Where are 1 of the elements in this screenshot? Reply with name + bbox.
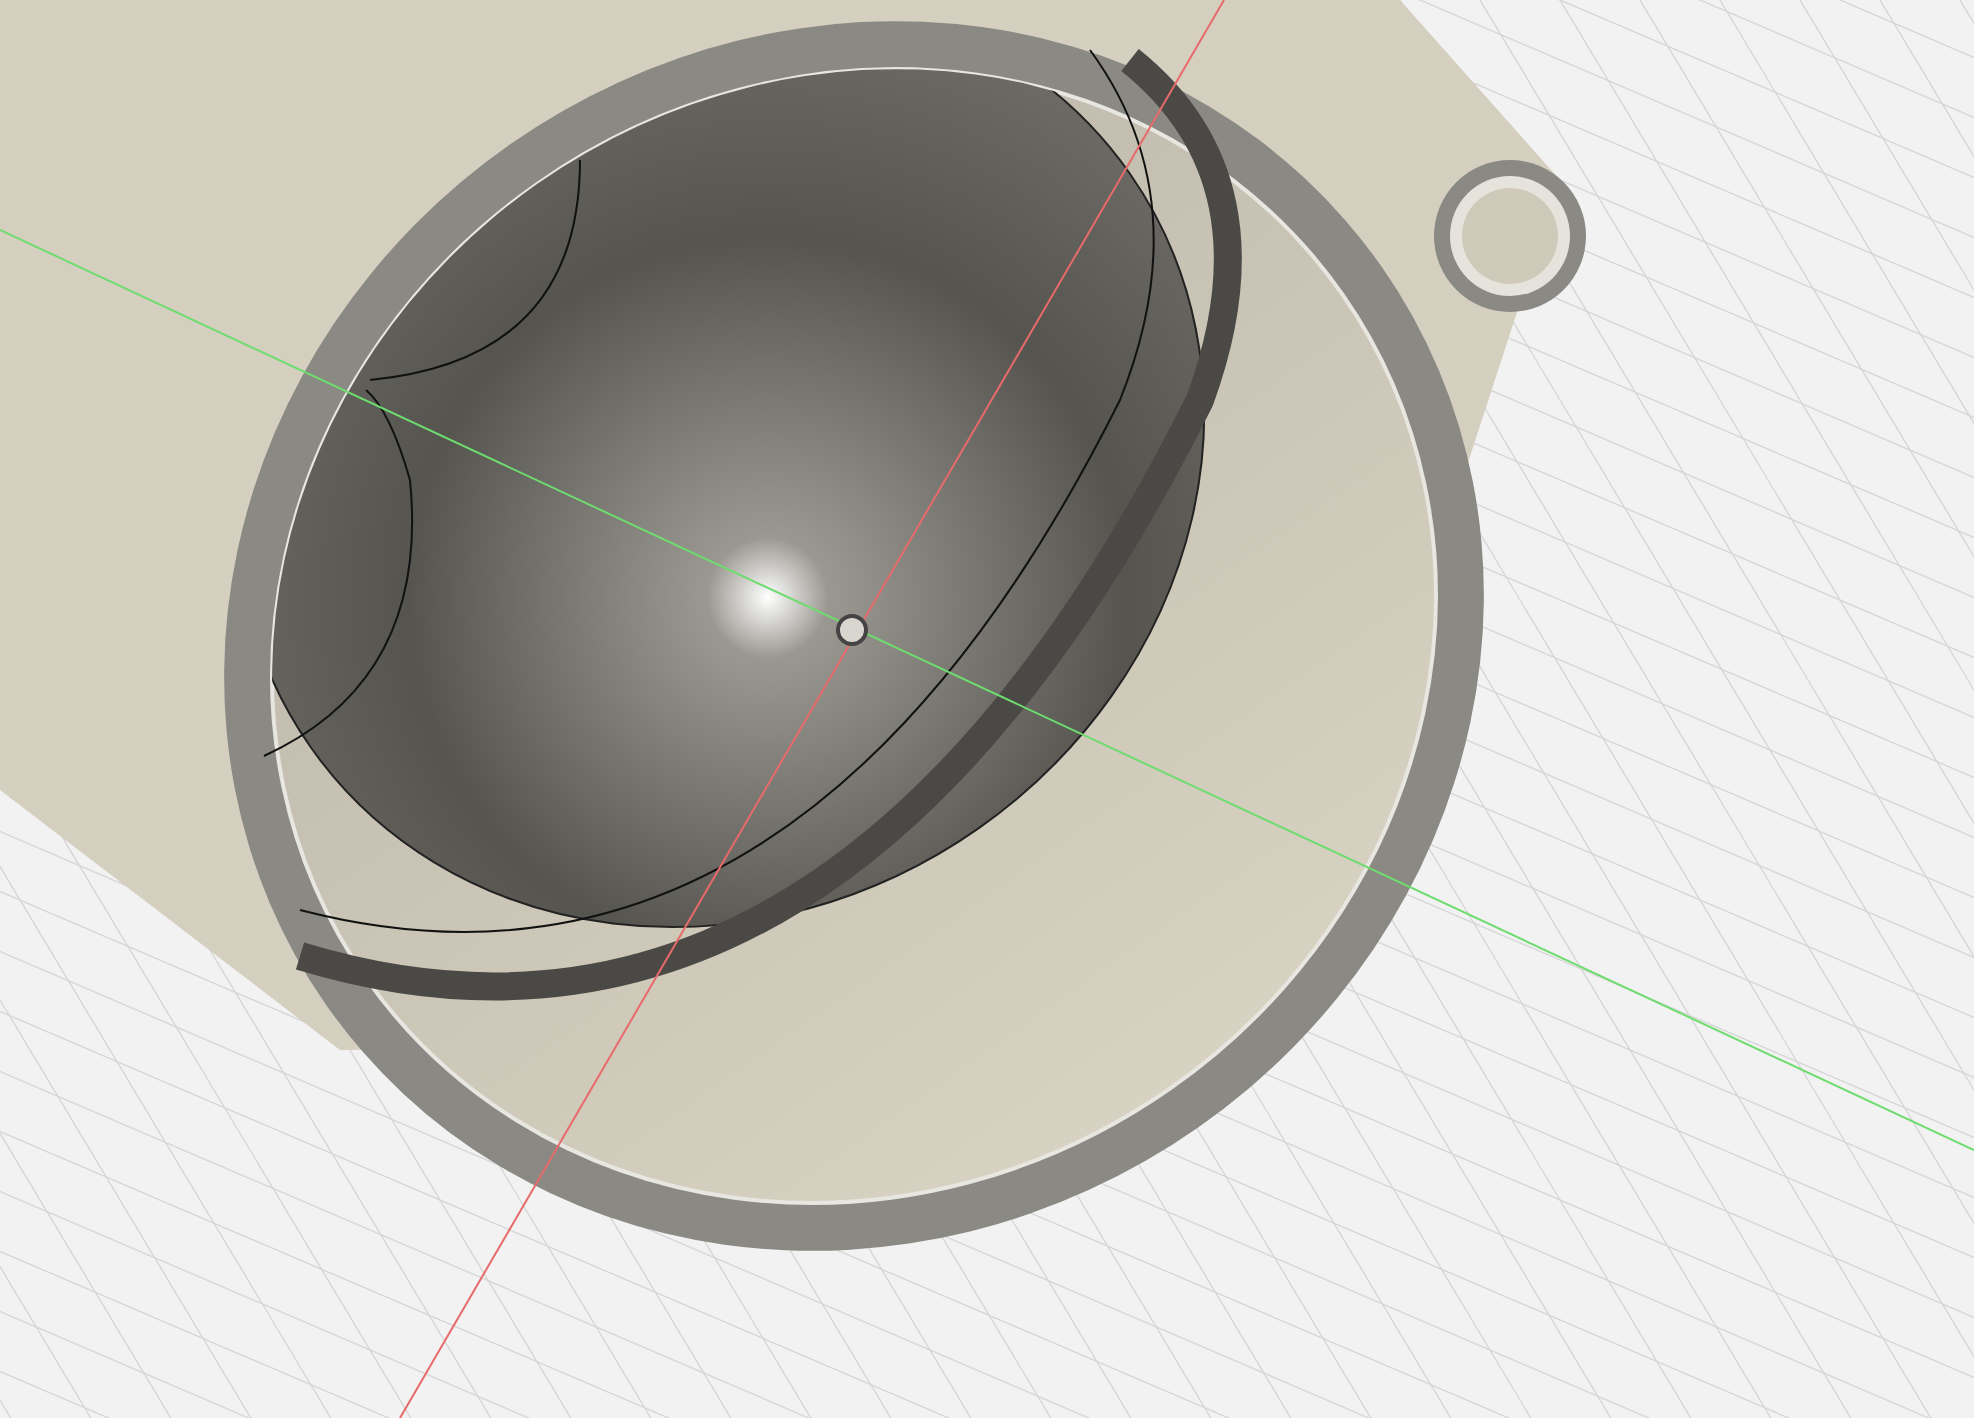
origin-marker-icon (836, 614, 868, 646)
